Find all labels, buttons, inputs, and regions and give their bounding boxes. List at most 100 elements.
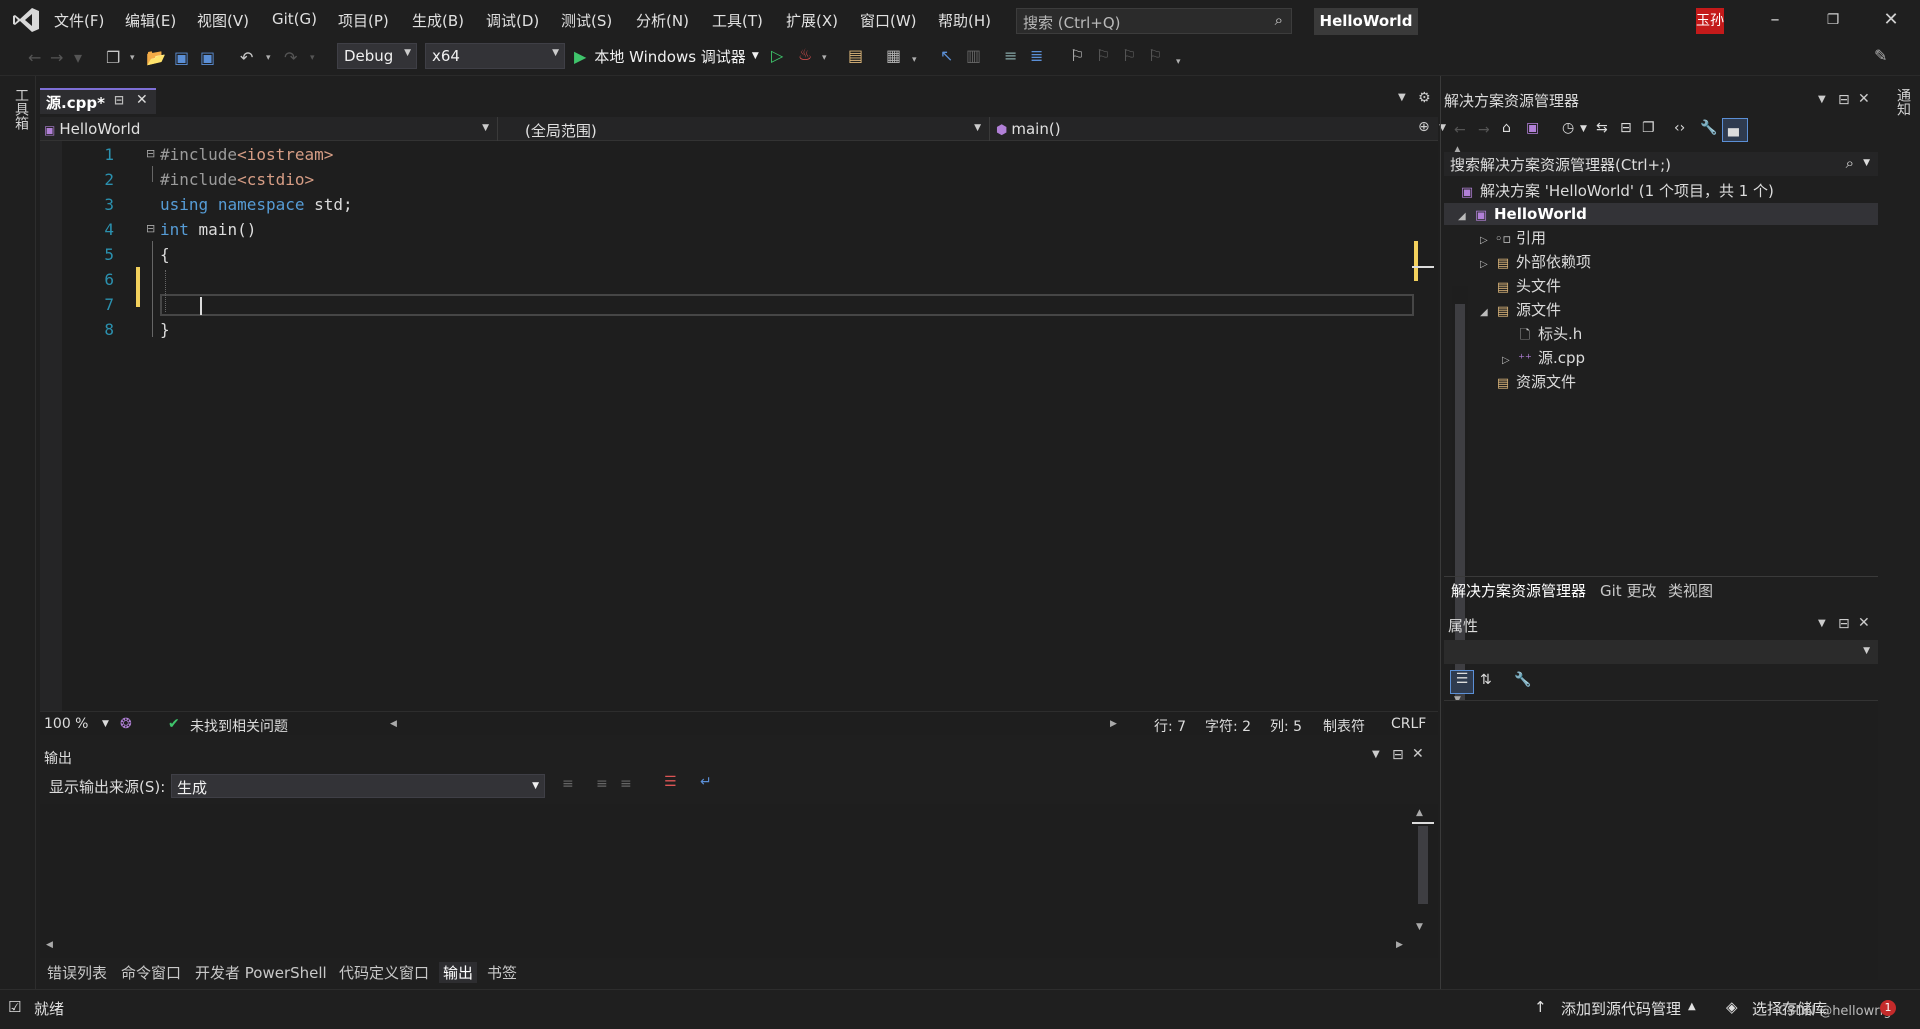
solution-search-input[interactable]: 搜索解决方案资源管理器(Ctrl+;) ⌕ ▼ (1444, 152, 1878, 176)
properties-object-select[interactable]: ▼ (1444, 640, 1878, 664)
expanded-chevron-icon[interactable]: ◢ (1480, 302, 1494, 324)
categorized-icon[interactable]: ☰ (1450, 670, 1474, 694)
bookmark-icon[interactable]: ⚐ (1070, 46, 1084, 66)
forward-icon[interactable]: → (1478, 122, 1490, 138)
start-debugging-button[interactable]: ▶ 本地 Windows 调试器 ▼ (574, 44, 759, 68)
pin-icon[interactable]: ⊟ (1838, 92, 1850, 108)
notifications-tab[interactable]: 通知 (1893, 88, 1913, 116)
char-indicator[interactable]: 字符: 2 (1205, 716, 1251, 736)
word-wrap-icon[interactable]: ↵ (700, 774, 712, 790)
browse-folder-icon[interactable]: ▤ (848, 46, 863, 66)
tree-node-header-files[interactable]: ▤ 头文件 (1480, 275, 1561, 297)
platform-select[interactable]: x64 ▼ (425, 43, 565, 69)
feedback-icon[interactable]: ✎ (1874, 46, 1887, 66)
property-pages-icon[interactable]: 🔧 (1514, 672, 1531, 688)
issues-status[interactable]: 未找到相关问题 (190, 716, 288, 736)
comment-icon[interactable]: ≡ (1004, 46, 1017, 66)
tree-node-references[interactable]: ▷ ◦▫ 引用 (1480, 227, 1546, 249)
alphabetical-icon[interactable]: ⇅ (1480, 672, 1492, 688)
copilot-icon[interactable]: ❂ (120, 716, 132, 732)
menu-window[interactable]: 窗口(W) (860, 10, 917, 31)
start-without-debugging-icon[interactable]: ▷ (771, 46, 783, 66)
tab-git-changes[interactable]: Git 更改 (1600, 580, 1656, 601)
expanded-chevron-icon[interactable]: ◢ (1458, 206, 1472, 228)
zoom-level[interactable]: 100 % (44, 716, 88, 732)
scroll-right-icon[interactable]: ▶ (1110, 719, 1117, 729)
find-message-icon[interactable]: ≡ (562, 776, 574, 792)
chevron-down-icon[interactable]: ▼ (1863, 158, 1870, 168)
save-icon[interactable]: ▣ (174, 48, 189, 68)
scope-dropdown[interactable]: (全局范围) ▼ (500, 117, 990, 141)
panel-menu-icon[interactable]: ▼ (1818, 94, 1826, 105)
toolbar-overflow-icon[interactable]: ▾ (1176, 52, 1181, 72)
panel-menu-icon[interactable]: ▼ (1818, 618, 1826, 629)
settings-gear-icon[interactable]: ⚙ (1418, 90, 1431, 106)
tab-class-view[interactable]: 类视图 (1668, 580, 1713, 601)
close-tab-icon[interactable]: ✕ (136, 92, 148, 108)
pin-icon[interactable]: ⊟ (1838, 616, 1850, 632)
properties-grid[interactable] (1444, 700, 1878, 980)
tab-code-definition[interactable]: 代码定义窗口 (339, 962, 429, 983)
uncomment-icon[interactable]: ≣ (1030, 46, 1043, 66)
open-folder-icon[interactable]: 📂 (146, 48, 166, 68)
search-input[interactable]: 搜索 (Ctrl+Q) ⌕ (1016, 8, 1292, 34)
config-select[interactable]: Debug ▼ (337, 43, 417, 69)
add-to-source-control[interactable]: 添加到源代码管理 (1561, 998, 1681, 1019)
pin-icon[interactable]: ⊟ (114, 93, 124, 107)
redo-dropdown-icon[interactable]: ▾ (310, 48, 315, 68)
tab-error-list[interactable]: 错误列表 (47, 962, 107, 983)
prev-message-icon[interactable]: ≡ (596, 776, 608, 792)
tab-solution-explorer[interactable]: 解决方案资源管理器 (1451, 580, 1586, 601)
close-panel-icon[interactable]: ✕ (1858, 615, 1870, 631)
menu-extensions[interactable]: 扩展(X) (786, 10, 838, 31)
hot-reload-icon[interactable]: ♨ (798, 45, 812, 65)
tab-developer-powershell[interactable]: 开发者 PowerShell (195, 962, 327, 983)
line-indicator[interactable]: 行: 7 (1154, 716, 1186, 736)
preview-selected-button[interactable]: ▄ (1722, 118, 1748, 142)
switch-views-icon[interactable]: ▣ (1526, 120, 1539, 136)
back-icon[interactable]: ← (1454, 122, 1466, 138)
menu-debug[interactable]: 调试(D) (486, 10, 539, 31)
zoom-dropdown-icon[interactable]: ▼ (102, 719, 109, 729)
output-text-area[interactable]: ▲ ▼ ◀ ▶ (40, 804, 1438, 958)
user-avatar[interactable]: 玉孙 (1696, 8, 1724, 34)
restore-button[interactable]: ❐ (1818, 8, 1848, 32)
menu-git[interactable]: Git(G) (272, 10, 317, 28)
toolbox-tab[interactable]: 工具箱 (11, 88, 31, 130)
undo-dropdown-icon[interactable]: ▾ (266, 48, 271, 68)
menu-tools[interactable]: 工具(T) (712, 10, 763, 31)
line-ending[interactable]: CRLF (1391, 716, 1426, 732)
tree-node-source-file[interactable]: ▷ ⁺⁺ 源.cpp (1502, 347, 1585, 369)
fold-collapse-icon[interactable]: ⊟ (146, 147, 155, 160)
close-window-button[interactable]: ✕ (1876, 8, 1906, 32)
save-all-icon[interactable]: ▣ (200, 48, 215, 68)
menu-build[interactable]: 生成(B) (412, 10, 464, 31)
layout-icon[interactable]: ▦ (886, 46, 901, 66)
view-code-icon[interactable]: ‹› (1674, 120, 1685, 136)
collapsed-chevron-icon[interactable]: ▷ (1502, 350, 1516, 372)
indent-mode[interactable]: 制表符 (1323, 716, 1365, 736)
menu-test[interactable]: 测试(S) (561, 10, 612, 31)
scroll-up-icon[interactable]: ▲ (1416, 808, 1423, 818)
panel-menu-icon[interactable]: ▼ (1372, 749, 1380, 760)
chevron-up-icon[interactable]: ▲ (1688, 1001, 1696, 1012)
col-indicator[interactable]: 列: 5 (1270, 716, 1302, 736)
close-panel-icon[interactable]: ✕ (1858, 91, 1870, 107)
fold-collapse-icon[interactable]: ⊟ (146, 222, 155, 235)
tree-node-source-files[interactable]: ◢ ▤ 源文件 (1480, 299, 1561, 321)
scroll-down-icon[interactable]: ▼ (1416, 922, 1423, 932)
collapse-all-icon[interactable]: ⊟ (1620, 120, 1632, 136)
hot-reload-dropdown-icon[interactable]: ▾ (822, 48, 827, 68)
tree-node-external-deps[interactable]: ▷ ▤ 外部依赖项 (1480, 251, 1591, 273)
prev-bookmark-icon[interactable]: ⚐ (1096, 46, 1110, 66)
document-tab[interactable]: 源.cpp* ⊟ ✕ (40, 88, 156, 114)
menu-analyze[interactable]: 分析(N) (636, 10, 689, 31)
notification-bell-icon[interactable]: 1 (1880, 1000, 1896, 1016)
back-icon[interactable]: ← (28, 48, 41, 68)
clear-all-icon[interactable]: ☰ (664, 774, 677, 790)
minimize-button[interactable]: – (1760, 8, 1790, 32)
tree-node-resource-files[interactable]: ▤ 资源文件 (1480, 371, 1576, 393)
chevron-down-icon[interactable]: ▼ (1580, 124, 1587, 134)
layout-dropdown-icon[interactable]: ▾ (912, 50, 917, 70)
tool-disabled-icon[interactable]: ▥ (966, 46, 981, 66)
